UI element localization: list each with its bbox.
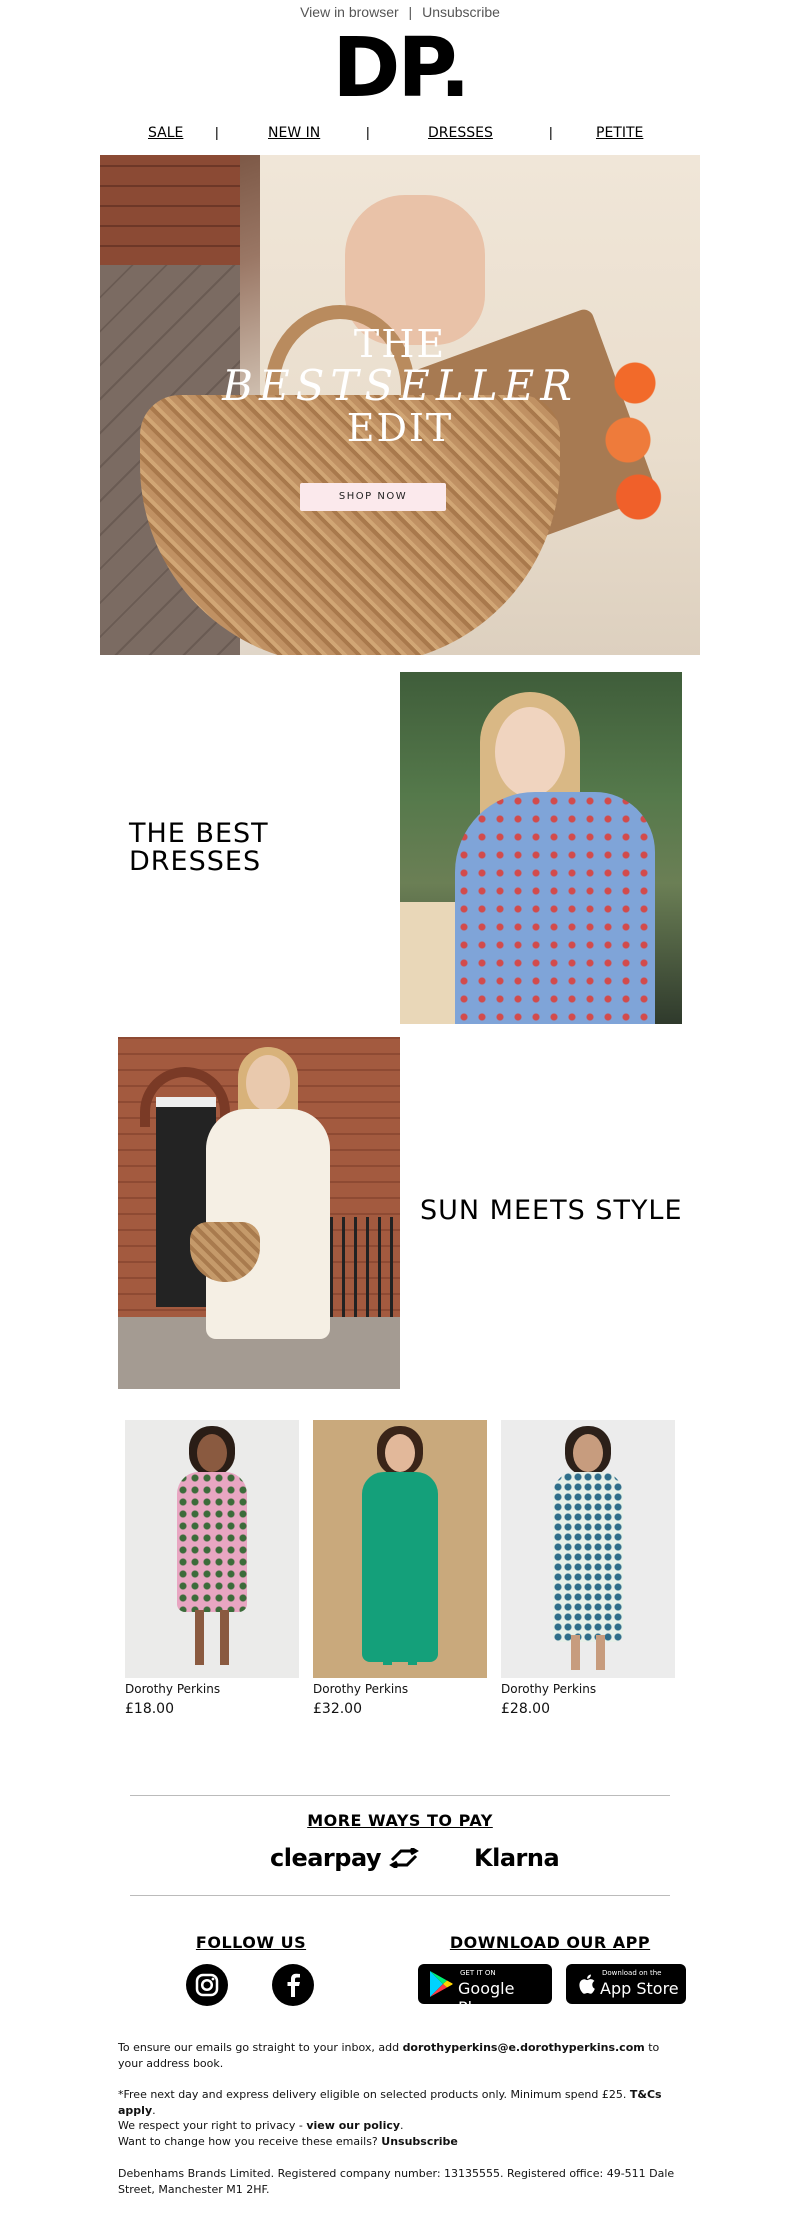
feature-title-line: DRESSES: [129, 846, 262, 878]
footer-unsubscribe-link[interactable]: Unsubscribe: [381, 2135, 458, 2148]
header-links: View in browser | Unsubscribe: [0, 4, 800, 20]
hero-brick-wall: [100, 155, 240, 265]
sender-email-link[interactable]: dorothyperkins@e.dorothyperkins.com: [403, 2041, 645, 2054]
clearpay-logo[interactable]: clearpay: [270, 1844, 419, 1872]
teal-print-dress: [553, 1472, 623, 1642]
nav-item-petite[interactable]: PETITE: [596, 125, 643, 141]
divider: [130, 1895, 670, 1896]
facebook-icon[interactable]: [272, 1964, 314, 2006]
product-price: £18.00: [125, 1701, 174, 1717]
model-legs: [571, 1635, 605, 1670]
pink-floral-dress: [177, 1472, 247, 1612]
klarna-logo[interactable]: Klarna: [474, 1844, 560, 1872]
nav-item-new-in[interactable]: NEW IN: [268, 125, 320, 141]
more-ways-to-pay-title[interactable]: MORE WAYS TO PAY: [0, 1811, 800, 1830]
product-image-2[interactable]: [313, 1420, 487, 1678]
hero-title-line3: EDIT: [346, 406, 454, 450]
best-dresses-image[interactable]: [400, 672, 682, 1024]
instagram-icon[interactable]: [186, 1964, 228, 2006]
header-separator: |: [408, 4, 413, 20]
product-image-3[interactable]: [501, 1420, 675, 1678]
shop-now-button[interactable]: SHOP NOW: [300, 483, 446, 511]
legal-inbox-note: To ensure our emails go straight to your…: [118, 2040, 684, 2072]
hero-title-line1: THE: [353, 322, 447, 366]
product-brand[interactable]: Dorothy Perkins: [313, 1682, 408, 1696]
blue-floral-dress: [455, 792, 655, 1024]
product-brand[interactable]: Dorothy Perkins: [501, 1682, 596, 1696]
hero-title: THE BESTSELLER EDIT: [100, 325, 700, 447]
sun-meets-style-image[interactable]: [118, 1037, 400, 1389]
model-face: [573, 1434, 603, 1472]
clearpay-arrows-icon: [388, 1846, 419, 1870]
model-face: [197, 1434, 227, 1472]
model-legs: [383, 1620, 417, 1665]
google-play-big-text: Google Play: [458, 1979, 515, 2017]
google-play-small-text: GET IT ON: [460, 1969, 496, 1977]
nav-item-sale[interactable]: SALE: [148, 125, 183, 141]
app-store-small-text: Download on the: [602, 1969, 662, 1977]
model-legs: [195, 1610, 229, 1665]
brand-logo[interactable]: DP.: [0, 28, 800, 110]
follow-us-title[interactable]: FOLLOW US: [160, 1933, 342, 1952]
clearpay-wordmark: clearpay: [270, 1844, 382, 1872]
product-image-1[interactable]: [125, 1420, 299, 1678]
nav-separator: |: [366, 124, 370, 140]
facebook-glyph-icon: [287, 1973, 300, 1997]
view-in-browser-link[interactable]: View in browser: [300, 4, 399, 20]
instagram-glyph-icon: [195, 1973, 219, 1997]
feature-sun-meets-style-title[interactable]: SUN MEETS STYLE: [420, 1196, 683, 1225]
google-play-badge[interactable]: GET IT ON Google Play: [418, 1964, 552, 2017]
main-nav: SALE | NEW IN | DRESSES | PETITE: [100, 124, 700, 145]
legal-text: Want to change how you receive these ema…: [118, 2134, 382, 2148]
legal-text: We respect your right to privacy -: [118, 2119, 307, 2132]
flower-pot: [400, 902, 460, 1024]
model-face: [385, 1434, 415, 1472]
product-price: £32.00: [313, 1701, 362, 1717]
legal-privacy-note: We respect your right to privacy - view …: [118, 2118, 684, 2150]
model-face: [495, 707, 565, 797]
app-store-badge[interactable]: Download on the App Store: [566, 1964, 686, 2004]
nav-item-dresses[interactable]: DRESSES: [428, 125, 493, 141]
google-play-icon: [430, 1971, 453, 1997]
nav-separator: |: [215, 124, 219, 140]
apple-icon: [579, 1974, 595, 1994]
legal-text: .: [152, 2103, 156, 2117]
hero-title-line2: BESTSELLER: [222, 361, 578, 410]
legal-text: To ensure our emails go straight to your…: [118, 2041, 403, 2054]
download-app-title[interactable]: DOWNLOAD OUR APP: [440, 1933, 660, 1952]
legal-text: .: [400, 2119, 404, 2132]
divider: [130, 1795, 670, 1796]
legal-delivery-note: *Free next day and express delivery elig…: [118, 2087, 684, 2119]
legal-company-info: Debenhams Brands Limited. Registered com…: [118, 2167, 675, 2196]
product-brand[interactable]: Dorothy Perkins: [125, 1682, 220, 1696]
model-face: [246, 1055, 290, 1111]
product-price: £28.00: [501, 1701, 550, 1717]
unsubscribe-link[interactable]: Unsubscribe: [422, 4, 500, 20]
nav-separator: |: [549, 124, 553, 140]
iron-fence: [318, 1217, 400, 1317]
app-store-big-text: App Store: [600, 1979, 679, 1998]
legal-text: *Free next day and express delivery elig…: [118, 2088, 630, 2101]
privacy-policy-link[interactable]: view our policy: [306, 2119, 400, 2132]
feature-best-dresses-title[interactable]: THE BEST DRESSES: [129, 818, 269, 878]
feature-title-line: THE BEST: [129, 818, 269, 849]
hero-banner[interactable]: THE BESTSELLER EDIT SHOP NOW: [100, 155, 700, 655]
